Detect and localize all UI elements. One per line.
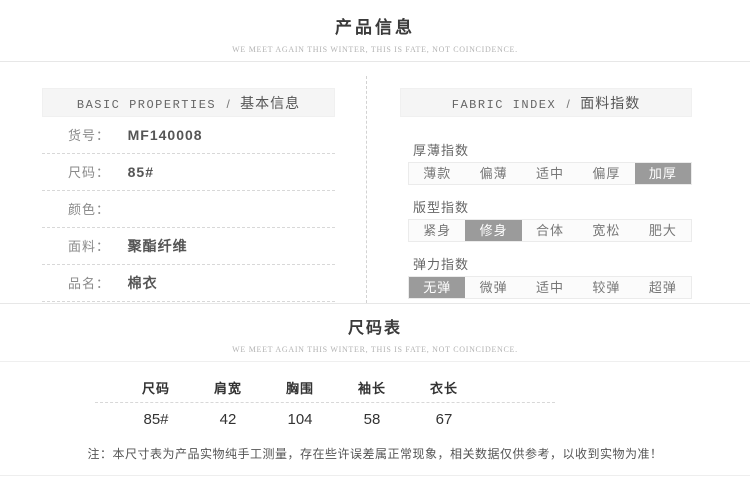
thickness-option-bar: 薄款 偏薄 适中 偏厚 加厚 — [408, 162, 692, 185]
basic-properties-heading-cn: 基本信息 — [240, 95, 300, 111]
option-item: 合体 — [522, 220, 578, 241]
field-value: 棉衣 — [128, 275, 158, 291]
page-subtitle: WE MEET AGAIN THIS WINTER, THIS IS FATE,… — [0, 45, 750, 54]
field-value: 85# — [128, 164, 154, 180]
option-item: 偏薄 — [465, 163, 521, 184]
field-label: 货号： — [68, 128, 110, 143]
fabric-index-heading-en: FABRIC INDEX — [452, 98, 556, 112]
index-group-elasticity: 弹力指数 无弹 微弹 适中 较弹 超弹 — [400, 257, 692, 299]
option-item: 无弹 — [409, 277, 465, 298]
option-item: 宽松 — [578, 220, 634, 241]
field-row-size: 尺码： 85# — [42, 154, 335, 191]
page-title: 产品信息 — [0, 13, 750, 38]
option-item: 偏厚 — [578, 163, 634, 184]
option-item: 适中 — [522, 163, 578, 184]
option-item: 适中 — [522, 277, 578, 298]
elasticity-option-bar: 无弹 微弹 适中 较弹 超弹 — [408, 276, 692, 299]
cell-size: 85# — [120, 403, 192, 436]
field-value: MF140008 — [128, 127, 203, 143]
field-value: 聚酯纤维 — [128, 238, 188, 254]
size-table-data-row: 85# 42 104 58 67 — [95, 403, 555, 436]
cell-sleeve: 58 — [336, 403, 408, 436]
field-row-item-number: 货号： MF140008 — [42, 117, 335, 154]
column-header-length: 衣长 — [408, 374, 480, 402]
column-header-size: 尺码 — [120, 374, 192, 402]
properties-section: BASIC PROPERTIES / 基本信息 货号： MF140008 尺码：… — [0, 62, 750, 304]
note-area: 注：本尺寸表为产品实物纯手工测量，存在些许误差属正常现象，相关数据仅供参考，以收… — [0, 440, 750, 476]
size-chart-title: 尺码表 — [0, 314, 750, 338]
size-table: 尺码 肩宽 胸围 袖长 衣长 85# 42 104 58 67 — [95, 374, 555, 436]
option-item: 肥大 — [635, 220, 691, 241]
vertical-dashed-divider — [366, 76, 367, 303]
cell-bust: 104 — [264, 403, 336, 436]
fabric-index-heading: FABRIC INDEX / 面料指数 — [400, 88, 692, 117]
column-header-sleeve: 袖长 — [336, 374, 408, 402]
option-item: 微弹 — [465, 277, 521, 298]
basic-properties-heading: BASIC PROPERTIES / 基本信息 — [42, 88, 335, 117]
field-row-color: 颜色： — [42, 191, 335, 228]
size-chart-subtitle: WE MEET AGAIN THIS WINTER, THIS IS FATE,… — [0, 345, 750, 354]
heading-separator: / — [567, 97, 570, 111]
fit-option-bar: 紧身 修身 合体 宽松 肥大 — [408, 219, 692, 242]
field-row-product-name: 品名： 棉衣 — [42, 265, 335, 302]
elasticity-index-label: 弹力指数 — [413, 257, 692, 272]
option-item: 紧身 — [409, 220, 465, 241]
fabric-index-heading-cn: 面料指数 — [580, 95, 640, 111]
option-item: 薄款 — [409, 163, 465, 184]
measurement-note: 注：本尺寸表为产品实物纯手工测量，存在些许误差属正常现象，相关数据仅供参考，以收… — [0, 445, 750, 462]
field-row-fabric: 面料： 聚酯纤维 — [42, 228, 335, 265]
thickness-index-label: 厚薄指数 — [413, 143, 692, 158]
heading-separator: / — [226, 97, 229, 111]
column-header-bust: 胸围 — [264, 374, 336, 402]
index-group-thickness: 厚薄指数 薄款 偏薄 适中 偏厚 加厚 — [400, 143, 692, 185]
size-chart-header: 尺码表 WE MEET AGAIN THIS WINTER, THIS IS F… — [0, 304, 750, 362]
page-header: 产品信息 WE MEET AGAIN THIS WINTER, THIS IS … — [0, 0, 750, 62]
field-label: 品名： — [68, 276, 110, 291]
field-label: 尺码： — [68, 165, 110, 180]
field-label: 面料： — [68, 239, 110, 254]
basic-properties-heading-en: BASIC PROPERTIES — [77, 98, 216, 112]
cell-shoulder: 42 — [192, 403, 264, 436]
field-label: 颜色： — [68, 202, 110, 217]
size-chart-section: 尺码表 WE MEET AGAIN THIS WINTER, THIS IS F… — [0, 304, 750, 476]
fit-index-label: 版型指数 — [413, 200, 692, 215]
cell-length: 67 — [408, 403, 480, 436]
index-group-fit: 版型指数 紧身 修身 合体 宽松 肥大 — [400, 200, 692, 242]
product-info-page: 产品信息 WE MEET AGAIN THIS WINTER, THIS IS … — [0, 0, 750, 476]
size-table-header-row: 尺码 肩宽 胸围 袖长 衣长 — [95, 374, 555, 403]
fabric-index-panel: FABRIC INDEX / 面料指数 厚薄指数 薄款 偏薄 适中 偏厚 加厚 … — [400, 88, 692, 299]
option-item: 超弹 — [635, 277, 691, 298]
basic-properties-panel: BASIC PROPERTIES / 基本信息 货号： MF140008 尺码：… — [42, 88, 335, 302]
option-item: 修身 — [465, 220, 521, 241]
option-item: 加厚 — [635, 163, 691, 184]
option-item: 较弹 — [578, 277, 634, 298]
column-header-shoulder: 肩宽 — [192, 374, 264, 402]
